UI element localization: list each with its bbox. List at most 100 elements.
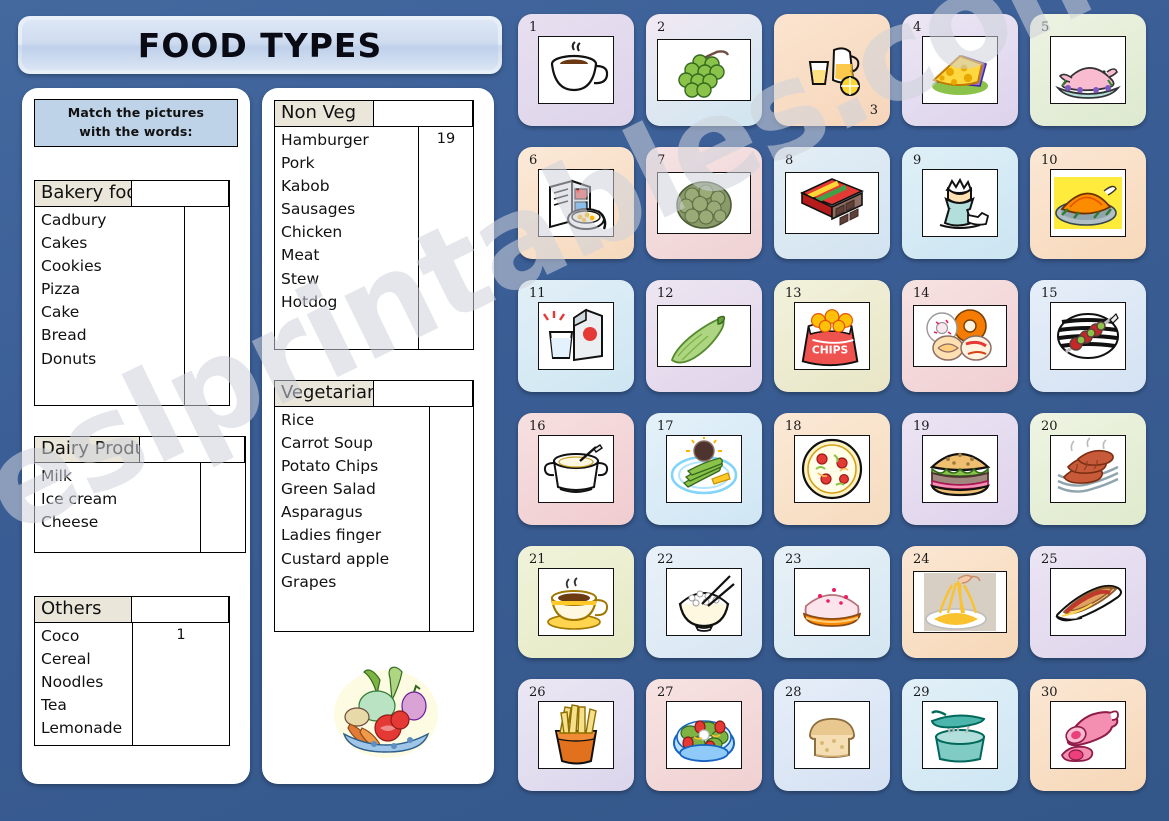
picture-number: 20 [1041, 419, 1058, 434]
answer-blank[interactable] [185, 209, 229, 231]
answer-column[interactable] [201, 463, 245, 552]
picture-number: 24 [913, 552, 930, 567]
word-item: Cookies [41, 257, 102, 276]
answer-blank[interactable] [201, 465, 245, 487]
picture-tile[interactable]: 2 [646, 14, 762, 126]
answer-blank[interactable] [185, 339, 229, 361]
vegetable-basket-icon [330, 662, 442, 760]
picture-tile[interactable]: 16 [518, 413, 634, 525]
answer-blank[interactable] [133, 690, 229, 712]
answer-blank[interactable]: 1 [133, 625, 229, 647]
picture-number: 4 [913, 20, 922, 35]
answer-blank[interactable] [185, 317, 229, 339]
picture-tile[interactable]: 25 [1030, 546, 1146, 658]
picture-tile[interactable]: 23 [774, 546, 890, 658]
word-item: Pork [281, 154, 315, 173]
answer-blank[interactable] [430, 409, 473, 431]
word-table-header-row: Non Veg [275, 101, 473, 127]
picture-tile[interactable]: 10 [1030, 147, 1146, 259]
picture-tile[interactable]: 24 [902, 546, 1018, 658]
word-item: Tea [41, 696, 67, 715]
answer-blank[interactable] [133, 647, 229, 669]
picture-tile[interactable]: 15 [1030, 280, 1146, 392]
answer-blank[interactable] [133, 711, 229, 733]
answer-blank[interactable] [201, 508, 245, 530]
word-item: Bread [41, 326, 87, 345]
answer-blank[interactable] [419, 172, 473, 194]
cheese-wedge-icon [922, 36, 998, 104]
picture-tile[interactable]: 9 [902, 147, 1018, 259]
answer-column[interactable]: 1 [133, 623, 229, 745]
picture-tile[interactable]: 20 [1030, 413, 1146, 525]
answer-blank[interactable] [430, 560, 473, 582]
hamburger-icon [922, 435, 998, 503]
word-table-body: Coco Cereal Noodles Tea Lemonade 1 [35, 623, 229, 745]
picture-grid: 1 2 3 4 5 6 7 8 9 10 11 12 13 CHIPS 14 15 16 17 18 19 20 21 22… [518, 14, 1162, 810]
word-table-answer-header [132, 181, 229, 206]
answer-blank[interactable] [430, 539, 473, 561]
answer-column[interactable]: 19 [419, 127, 473, 349]
answer-blank[interactable] [185, 274, 229, 296]
picture-tile[interactable]: 14 [902, 280, 1018, 392]
answer-blank[interactable] [133, 668, 229, 690]
picture-tile[interactable]: 27 [646, 679, 762, 791]
answer-blank[interactable] [419, 151, 473, 173]
picture-tile[interactable]: 28 [774, 679, 890, 791]
svg-text:CHIPS: CHIPS [812, 344, 848, 357]
answer-blank[interactable] [185, 295, 229, 317]
answer-blank[interactable] [185, 252, 229, 274]
boiled-egg-icon [922, 169, 998, 237]
word-table-header-row: Dairy Products [35, 437, 245, 463]
answer-blank[interactable] [430, 452, 473, 474]
picture-tile[interactable]: 1 [518, 14, 634, 126]
cooking-pot-icon [922, 701, 998, 769]
answer-blank[interactable] [419, 259, 473, 281]
picture-number: 23 [785, 552, 802, 567]
picture-tile[interactable]: 19 [902, 413, 1018, 525]
picture-tile[interactable]: 7 [646, 147, 762, 259]
word-item: Cheese [41, 513, 99, 532]
answer-blank[interactable] [201, 487, 245, 509]
picture-tile[interactable]: 6 [518, 147, 634, 259]
word-item: Chicken [281, 223, 343, 242]
picture-tile[interactable]: 17 [646, 413, 762, 525]
picture-tile[interactable]: 29 [902, 679, 1018, 791]
answer-blank[interactable] [419, 215, 473, 237]
word-table-category-label: Bakery foods [35, 181, 132, 206]
word-list-column: Milk Ice cream Cheese [35, 463, 201, 552]
word-list-column: Coco Cereal Noodles Tea Lemonade [35, 623, 133, 745]
answer-blank[interactable] [430, 517, 473, 539]
answer-column[interactable] [185, 207, 229, 405]
word-item: Meat [281, 246, 320, 265]
picture-number: 21 [529, 552, 546, 567]
picture-tile[interactable]: 18 [774, 413, 890, 525]
word-table-vegetarian: Vegetarian Rice Carrot Soup Potato Chips Gre… [274, 380, 474, 632]
picture-tile[interactable]: 21 [518, 546, 634, 658]
picture-tile[interactable]: 13 CHIPS [774, 280, 890, 392]
word-item: Lemonade [41, 719, 123, 738]
answer-blank[interactable] [419, 280, 473, 302]
picture-tile[interactable]: 22 [646, 546, 762, 658]
answer-blank[interactable] [430, 474, 473, 496]
answer-blank[interactable] [430, 431, 473, 453]
picture-tile[interactable]: 26 [518, 679, 634, 791]
answer-blank[interactable]: 19 [419, 129, 473, 151]
picture-tile[interactable]: 12 [646, 280, 762, 392]
picture-number: 19 [913, 419, 930, 434]
milk-carton-icon [538, 302, 614, 370]
picture-tile[interactable]: 3 [774, 14, 890, 126]
answer-blank[interactable] [185, 231, 229, 253]
answer-blank[interactable] [430, 495, 473, 517]
picture-tile[interactable]: 8 [774, 147, 890, 259]
picture-number: 29 [913, 685, 930, 700]
answer-column[interactable] [430, 407, 473, 631]
word-item: Hotdog [281, 292, 338, 311]
answer-blank[interactable] [419, 237, 473, 259]
picture-tile[interactable]: 11 [518, 280, 634, 392]
word-item: Kabob [281, 177, 330, 196]
french-fries-icon [538, 701, 614, 769]
picture-tile[interactable]: 4 [902, 14, 1018, 126]
picture-tile[interactable]: 5 [1030, 14, 1146, 126]
answer-blank[interactable] [419, 194, 473, 216]
picture-tile[interactable]: 30 [1030, 679, 1146, 791]
